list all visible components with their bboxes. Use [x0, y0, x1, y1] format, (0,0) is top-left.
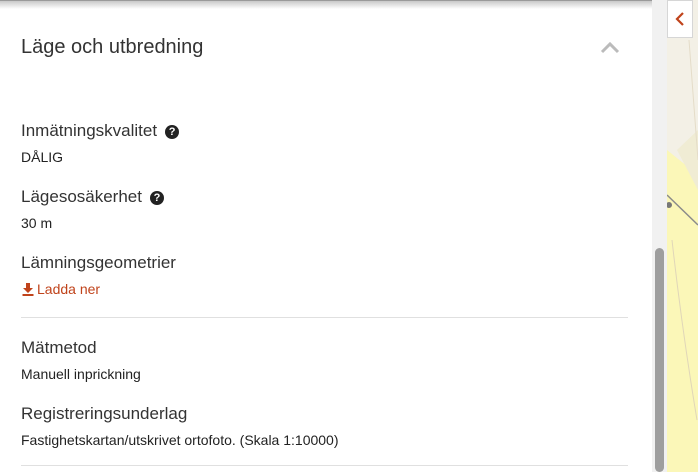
section-title[interactable]: Läge och utbredning: [21, 36, 203, 59]
panel-toggle-button[interactable]: [667, 0, 693, 38]
download-icon: [22, 282, 34, 296]
uncertainty-label: Lägesosäkerhet?: [21, 187, 164, 207]
quality-label: Inmätningskvalitet?: [21, 121, 180, 141]
basis-value: Fastighetskartan/utskrivet ortofoto. (Sk…: [21, 432, 339, 448]
panel-top-shadow: [0, 0, 652, 9]
map-background: [667, 0, 698, 472]
quality-value: DÅLIG: [21, 149, 64, 165]
chevron-up-icon[interactable]: [600, 40, 620, 54]
download-label: Ladda ner: [37, 281, 101, 297]
method-label: Mätmetod: [21, 338, 97, 357]
scrollbar-thumb[interactable]: [655, 248, 664, 472]
divider: [21, 465, 628, 466]
uncertainty-label-text: Lägesosäkerhet: [21, 187, 142, 206]
help-icon[interactable]: ?: [149, 191, 164, 205]
details-panel: Läge och utbredning Inmätningskvalitet? …: [0, 0, 652, 472]
download-link[interactable]: Ladda ner: [22, 281, 100, 297]
uncertainty-value: 30 m: [21, 215, 53, 231]
help-icon[interactable]: ?: [165, 125, 180, 139]
method-value: Manuell inprickning: [21, 366, 141, 382]
map-view[interactable]: [667, 0, 698, 472]
quality-label-text: Inmätningskvalitet: [21, 121, 158, 140]
basis-label: Registreringsunderlag: [21, 404, 188, 423]
chevron-left-icon: [675, 12, 684, 26]
geometries-label: Lämningsgeometrier: [21, 253, 176, 272]
divider: [21, 317, 628, 318]
